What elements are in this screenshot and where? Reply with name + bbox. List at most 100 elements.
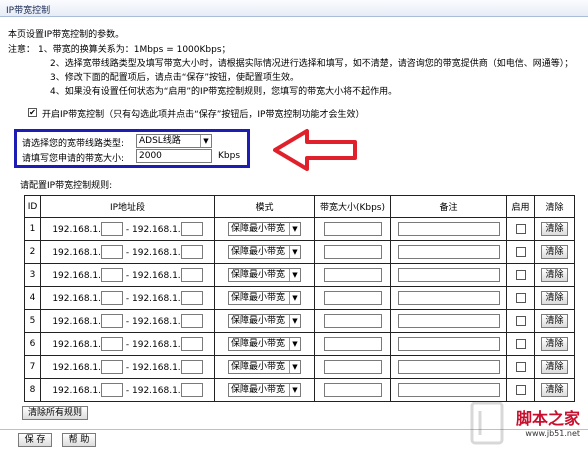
enable-rule-checkbox[interactable]	[515, 246, 526, 257]
ip-separator: -	[125, 362, 130, 373]
rule-ip-range: 192.168.1. - 192.168.1.	[40, 332, 215, 356]
bandwidth-unit: Kbps	[218, 151, 241, 161]
remark-input[interactable]	[397, 360, 500, 374]
ip-end-input[interactable]	[180, 291, 203, 305]
watermark-logo-icon	[470, 401, 504, 445]
ip-end-input[interactable]	[180, 222, 203, 236]
ip-start-input[interactable]	[101, 360, 123, 374]
rule-bandwidth	[314, 240, 391, 264]
ip-end-input[interactable]	[180, 337, 203, 351]
note-2: 2、选择宽带线路类型及填写带宽大小时，请根据实际情况进行选择和填写，如不清楚，请…	[50, 59, 574, 69]
mode-select[interactable]: 保障最小带宽 ▼	[228, 222, 301, 236]
rule-id: 7	[24, 355, 41, 379]
remark-input[interactable]	[397, 291, 500, 305]
enable-label: 开启IP带宽控制（只有勾选此项并点击“保存”按钮后，IP带宽控制功能才会生效）	[42, 110, 365, 120]
remark-input[interactable]	[397, 245, 500, 259]
rule-remark	[390, 332, 507, 356]
rule-bandwidth	[314, 378, 391, 402]
bandwidth-cell-input[interactable]	[323, 268, 382, 282]
save-button[interactable]: 保 存	[18, 433, 52, 447]
arrow-pointer-icon	[273, 129, 357, 171]
rule-remark	[390, 378, 507, 402]
rule-clear: 清除	[534, 263, 575, 287]
bandwidth-cell-input[interactable]	[323, 360, 382, 374]
bandwidth-cell-input[interactable]	[323, 314, 382, 328]
remark-input[interactable]	[397, 314, 500, 328]
ip-separator: -	[125, 270, 130, 281]
enable-rule-checkbox[interactable]	[515, 361, 526, 372]
ip-prefix-end: 192.168.1.	[132, 362, 181, 373]
rule-mode: 保障最小带宽 ▼	[214, 217, 315, 241]
ip-end-input[interactable]	[180, 314, 203, 328]
bandwidth-cell-input[interactable]	[323, 337, 382, 351]
bandwidth-cell-input[interactable]	[323, 383, 382, 397]
bandwidth-cell-input[interactable]	[323, 245, 382, 259]
mode-select[interactable]: 保障最小带宽 ▼	[228, 291, 301, 305]
clear-all-rules-button[interactable]: 清除所有规则	[22, 406, 88, 420]
enable-rule-checkbox[interactable]	[515, 223, 526, 234]
bandwidth-input[interactable]: 2000	[136, 149, 212, 163]
mode-select[interactable]: 保障最小带宽 ▼	[228, 245, 301, 259]
help-button[interactable]: 帮 助	[62, 433, 96, 447]
ip-start-input[interactable]	[101, 222, 123, 236]
clear-rule-button[interactable]: 清除	[541, 245, 568, 259]
enable-rule-checkbox[interactable]	[515, 384, 526, 395]
ip-end-input[interactable]	[180, 268, 203, 282]
clear-rule-button[interactable]: 清除	[541, 291, 568, 305]
rule-ip-range: 192.168.1. - 192.168.1.	[40, 378, 215, 402]
ip-prefix-end: 192.168.1.	[132, 270, 181, 281]
clear-rule-button[interactable]: 清除	[541, 222, 568, 236]
ip-start-input[interactable]	[101, 383, 123, 397]
rule-bandwidth	[314, 263, 391, 287]
ip-start-input[interactable]	[101, 337, 123, 351]
remark-input[interactable]	[397, 222, 500, 236]
rule-id: 3	[24, 263, 41, 287]
rule-clear: 清除	[534, 240, 575, 264]
ip-end-input[interactable]	[180, 245, 203, 259]
header-clear: 清除	[534, 195, 575, 218]
clear-rule-button[interactable]: 清除	[541, 337, 568, 351]
enable-rule-checkbox[interactable]	[515, 292, 526, 303]
ip-end-input[interactable]	[180, 383, 203, 397]
clear-rule-button[interactable]: 清除	[541, 383, 568, 397]
ip-start-input[interactable]	[101, 314, 123, 328]
ip-prefix-start: 192.168.1.	[52, 339, 101, 350]
line-type-select[interactable]: ADSL线路 ▼	[136, 134, 212, 148]
clear-rule-button[interactable]: 清除	[541, 360, 568, 374]
rule-enable	[506, 355, 535, 379]
clear-rule-button[interactable]: 清除	[541, 314, 568, 328]
mode-value: 保障最小带宽	[231, 293, 286, 303]
rule-bandwidth	[314, 309, 391, 333]
remark-input[interactable]	[397, 337, 500, 351]
rule-id: 1	[24, 217, 41, 241]
mode-select[interactable]: 保障最小带宽 ▼	[228, 314, 301, 328]
rule-clear: 清除	[534, 355, 575, 379]
bandwidth-cell-input[interactable]	[323, 222, 382, 236]
enable-rule-checkbox[interactable]	[515, 315, 526, 326]
bandwidth-cell-input[interactable]	[323, 291, 382, 305]
enable-rule-checkbox[interactable]	[515, 338, 526, 349]
ip-start-input[interactable]	[101, 245, 123, 259]
table-row: 7 192.168.1. - 192.168.1. 保障最小带宽 ▼ 清除	[24, 355, 575, 379]
mode-value: 保障最小带宽	[231, 224, 286, 234]
enable-rule-checkbox[interactable]	[515, 269, 526, 280]
mode-select[interactable]: 保障最小带宽 ▼	[228, 360, 301, 374]
mode-select[interactable]: 保障最小带宽 ▼	[228, 337, 301, 351]
enable-checkbox[interactable]: ✔	[28, 108, 37, 117]
chevron-down-icon: ▼	[289, 338, 300, 350]
mode-select[interactable]: 保障最小带宽 ▼	[228, 268, 301, 282]
ip-separator: -	[125, 247, 130, 258]
page-title: IP带宽控制	[6, 6, 51, 16]
rule-id: 4	[24, 286, 41, 310]
ip-start-input[interactable]	[101, 291, 123, 305]
remark-input[interactable]	[397, 268, 500, 282]
rule-mode: 保障最小带宽 ▼	[214, 309, 315, 333]
table-row: 1 192.168.1. - 192.168.1. 保障最小带宽 ▼ 清除	[24, 217, 575, 241]
rule-enable	[506, 240, 535, 264]
ip-start-input[interactable]	[101, 268, 123, 282]
clear-rule-button[interactable]: 清除	[541, 268, 568, 282]
ip-end-input[interactable]	[180, 360, 203, 374]
mode-select[interactable]: 保障最小带宽 ▼	[228, 383, 301, 397]
remark-input[interactable]	[397, 383, 500, 397]
watermark-sub: www.jb51.net	[525, 429, 580, 438]
